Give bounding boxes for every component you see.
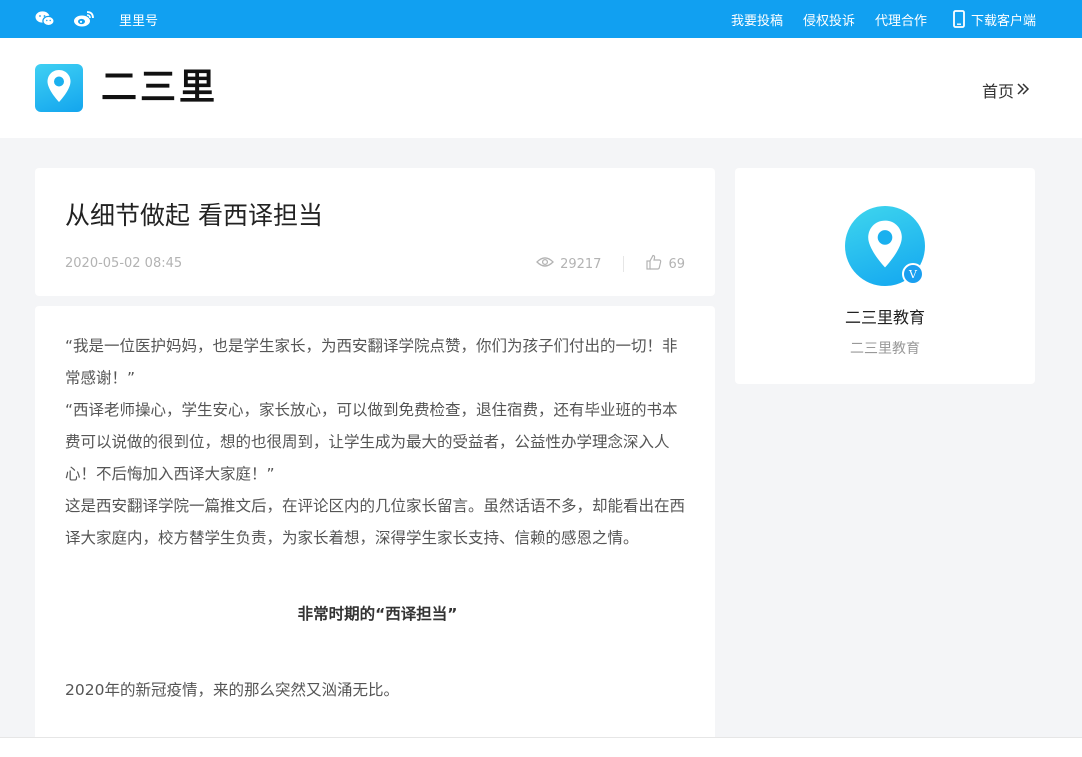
double-chevron-right-icon: [1016, 81, 1030, 100]
like-button[interactable]: 69: [646, 254, 685, 274]
top-bar: 里里号 我要投稿 侵权投诉 代理合作 下载客户端: [0, 0, 1082, 38]
home-label: 首页: [981, 82, 1014, 101]
article-title-card: 从细节做起 看西译担当 2020-05-02 08:45 29217 69: [35, 168, 715, 296]
verified-badge: V: [902, 263, 924, 285]
views-stat: 29217: [536, 256, 601, 272]
article-paragraph: 2020年的新冠疫情，来的那么突然又汹涌无比。: [65, 681, 399, 699]
author-name[interactable]: 二三里教育: [735, 304, 1035, 328]
location-pin-icon: [866, 219, 904, 273]
publish-date: 2020-05-02 08:45: [65, 256, 183, 271]
infringement-complaint-link[interactable]: 侵权投诉: [803, 10, 855, 29]
site-logo[interactable]: [35, 64, 83, 112]
home-nav-link[interactable]: 首页: [982, 78, 1030, 102]
article-paragraph: 这是西安翻译学院一篇推文后，在评论区内的几位家长留言。虽然话语不多，却能看出在西…: [65, 497, 686, 547]
top-bar-right: 我要投稿 侵权投诉 代理合作 下载客户端: [731, 0, 1036, 38]
mobile-phone-icon: [953, 10, 965, 28]
author-subtitle: 二三里教育: [850, 341, 920, 357]
location-pin-icon: [46, 69, 72, 107]
stats-divider: [623, 256, 625, 272]
agency-cooperation-link[interactable]: 代理合作: [875, 10, 927, 29]
download-client-label: 下载客户端: [970, 13, 1036, 29]
article-paragraph: “西译老师操心，学生安心，家长放心，可以做到免费检查，退住宿费，还有毕业班的书本…: [65, 401, 678, 483]
thumbs-up-icon: [646, 254, 662, 274]
wechat-icon[interactable]: [35, 10, 55, 28]
site-brand-name[interactable]: 二三里: [101, 62, 218, 114]
article-subheading: 非常时期的“西译担当”: [297, 605, 458, 623]
eye-icon: [536, 256, 555, 272]
lilihao-link[interactable]: 里里号: [119, 10, 158, 29]
download-client-link[interactable]: 下载客户端: [953, 10, 1036, 29]
views-count: 29217: [560, 256, 602, 272]
site-header: 二三里 首页: [0, 38, 1082, 138]
author-card: V 二三里教育 二三里教育: [735, 168, 1035, 384]
article-body-card: “我是一位医护妈妈，也是学生家长，为西安翻译学院点赞，你们为孩子们付出的一切！非…: [35, 306, 715, 757]
article-paragraph: “我是一位医护妈妈，也是学生家长，为西安翻译学院点赞，你们为孩子们付出的一切！非…: [65, 337, 678, 387]
article-title: 从细节做起 看西译担当: [65, 201, 323, 230]
bottom-bar: [0, 737, 1082, 757]
article-stats: 29217 69: [536, 254, 685, 274]
top-bar-left: 里里号: [35, 0, 158, 38]
article-content: “我是一位医护妈妈，也是学生家长，为西安翻译学院点赞，你们为孩子们付出的一切！非…: [65, 330, 690, 706]
likes-count: 69: [668, 256, 685, 272]
weibo-icon[interactable]: [73, 10, 95, 28]
submit-article-link[interactable]: 我要投稿: [731, 10, 783, 29]
